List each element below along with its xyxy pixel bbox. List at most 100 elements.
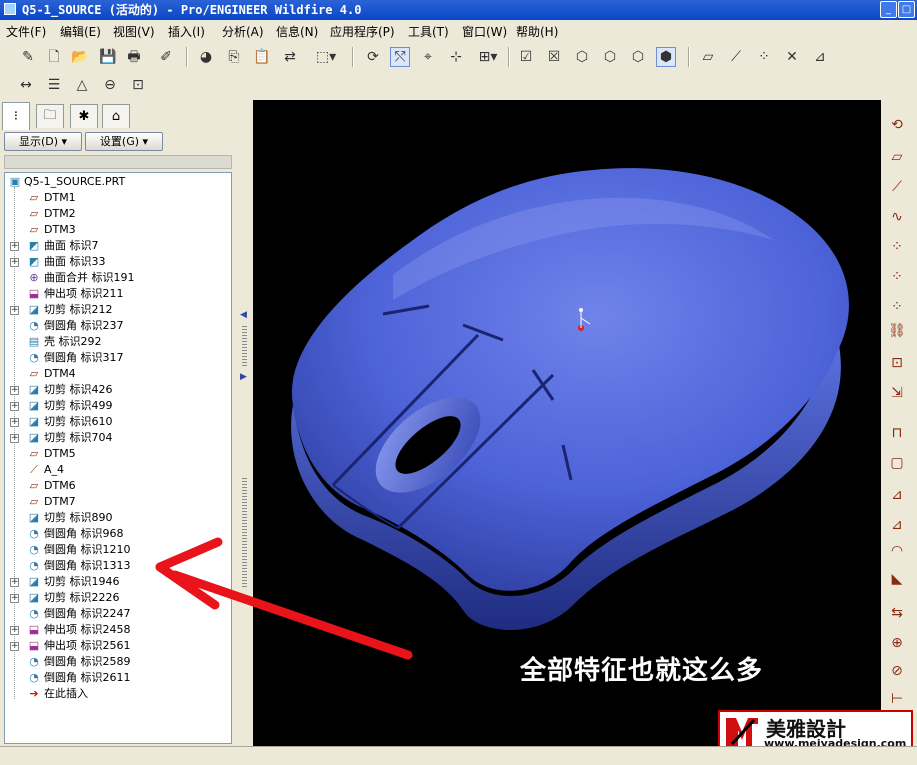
folder-browser-tab[interactable]: 🗀 — [36, 104, 64, 128]
new-file-icon[interactable]: 🗋 — [44, 47, 64, 67]
paste-icon[interactable]: 📋 — [252, 47, 272, 67]
datum-axis-icon[interactable]: ⟋ — [726, 47, 746, 67]
color-appearance-icon[interactable]: ◕ — [196, 47, 216, 67]
expand-toggle-icon[interactable]: + — [10, 402, 19, 411]
datum-plane-tool-icon[interactable]: ▱ — [886, 146, 908, 168]
model-tree[interactable]: ▣ Q5-1_SOURCE.PRT ▱ DTM1 ▱ DTM2 ▱ DTM3 + ◩ 曲面 标识… — [4, 172, 232, 744]
csys-display-icon[interactable]: ⊹ — [446, 47, 466, 67]
datum-tag-icon[interactable]: ⊿ — [810, 47, 830, 67]
sketch-tool-icon[interactable]: ⊡ — [886, 352, 908, 374]
appearance-icon[interactable]: ⊡ — [128, 75, 148, 95]
model-tree-icon[interactable]: △ — [72, 75, 92, 95]
close-window-icon[interactable]: ☒ — [544, 47, 564, 67]
tree-item-label: 切剪 标识610 — [44, 415, 113, 428]
edit-icon[interactable]: ✐ — [156, 47, 176, 67]
expand-toggle-icon[interactable]: + — [10, 578, 19, 587]
dimension-icon[interactable]: ↔ — [16, 75, 36, 95]
expand-toggle-icon[interactable]: + — [10, 242, 19, 251]
display-dropdown-button[interactable]: 显示(D) ▾ — [4, 132, 82, 151]
window-icon[interactable]: ☑ — [516, 47, 536, 67]
tree-item-label: 曲面合并 标识191 — [44, 271, 135, 284]
favorites-tab[interactable]: ✱ — [70, 104, 98, 128]
protrusion-icon: ⬓ — [28, 287, 40, 300]
tree-item-label: DTM2 — [44, 207, 76, 220]
panel-splitter[interactable]: ◀ ▶ — [237, 100, 253, 746]
expand-toggle-icon[interactable]: + — [10, 642, 19, 651]
menu-edit[interactable]: 编辑(E) — [60, 23, 101, 40]
extend-icon[interactable]: ⊢ — [886, 688, 908, 710]
menu-insert[interactable]: 插入(I) — [168, 23, 205, 40]
expand-toggle-icon[interactable]: + — [10, 306, 19, 315]
intent-icon[interactable]: ⇲ — [886, 382, 908, 404]
point-display-icon[interactable]: ⌖ — [418, 47, 438, 67]
expand-toggle-icon[interactable]: + — [10, 594, 19, 603]
menu-tools[interactable]: 工具(T) — [408, 23, 449, 40]
settings-dropdown-button[interactable]: 设置(G) ▾ — [85, 132, 163, 151]
menu-window[interactable]: 窗口(W) — [462, 23, 507, 40]
datum-point-tool-icon[interactable]: ⁘ — [886, 236, 908, 258]
datum-point-icon[interactable]: ⁘ — [754, 47, 774, 67]
datum-plane-icon[interactable]: ▱ — [698, 47, 718, 67]
wireframe-icon[interactable]: ⬡ — [572, 47, 592, 67]
expand-toggle-icon[interactable]: + — [10, 434, 19, 443]
maximize-button[interactable]: □ — [898, 1, 915, 18]
feature-toolbar: ⟲ ▱ ⟋ ∿ ⁘ ⁘ ⁘ ⛓ ⊡ ⇲ ⊓ ▢ ⊿ ⊿ ◠ ◣ ⇆ ⊕ ⊘ ⊢ — [881, 100, 917, 746]
copy-icon[interactable]: ⎘ — [224, 47, 244, 67]
rib-icon[interactable]: ⊿ — [886, 484, 908, 506]
datum-csys-icon[interactable]: ✕ — [782, 47, 802, 67]
select-box-icon[interactable]: ⬚▾ — [310, 47, 342, 67]
expand-toggle-icon[interactable]: + — [10, 258, 19, 267]
open-folder-icon[interactable]: 📂 — [70, 47, 90, 67]
tree-filter-bar[interactable] — [4, 155, 232, 169]
expand-toggle-icon[interactable]: + — [10, 386, 19, 395]
spin-center-icon[interactable]: ⟲ — [886, 114, 908, 136]
tree-item-label: 倒圆角 标识1210 — [44, 543, 131, 556]
collapse-left-icon[interactable]: ◀ — [240, 310, 247, 320]
shell-icon[interactable]: ▢ — [886, 452, 908, 474]
tree-item-label: DTM6 — [44, 479, 76, 492]
annotation-display-icon[interactable]: ⊞▾ — [474, 47, 502, 67]
layer-icon[interactable]: ☰ — [44, 75, 64, 95]
splitter-grip-lower — [242, 478, 247, 588]
expand-toggle-icon[interactable]: + — [10, 418, 19, 427]
analysis-feature-icon[interactable]: ⛓ — [886, 320, 908, 342]
hole-icon[interactable]: ⊓ — [886, 422, 908, 444]
saved-view-icon[interactable]: ⊖ — [100, 75, 120, 95]
paste-special-icon[interactable]: ⇄ — [280, 47, 300, 67]
window-title: Q5-1_SOURCE (活动的) - Pro/ENGINEER Wildfir… — [22, 3, 362, 17]
expand-right-icon[interactable]: ▶ — [240, 372, 247, 382]
round-tool-icon[interactable]: ◠ — [886, 540, 908, 562]
regenerate-icon[interactable]: ⟳ — [363, 47, 383, 67]
menu-applications[interactable]: 应用程序(P) — [330, 23, 395, 40]
save-copy-icon[interactable]: 🖶 — [124, 47, 144, 67]
axis-display-icon[interactable]: ⤲ — [390, 47, 410, 67]
model-tree-tab[interactable]: ⁝ — [2, 102, 30, 130]
tree-item-label: 伸出项 标识2458 — [44, 623, 131, 636]
mirror-icon[interactable]: ⇆ — [886, 602, 908, 624]
trim-icon[interactable]: ⊘ — [886, 660, 908, 682]
chamfer-icon[interactable]: ◣ — [886, 568, 908, 590]
offset-point-icon[interactable]: ⁘ — [886, 266, 908, 288]
tree-root-label: Q5-1_SOURCE.PRT — [24, 175, 126, 188]
splitter-grip — [242, 326, 247, 366]
shading-icon[interactable]: ⬢ — [656, 47, 676, 67]
sketched-curve-icon[interactable]: ∿ — [886, 206, 908, 228]
merge-icon[interactable]: ⊕ — [886, 632, 908, 654]
hidden-line-icon[interactable]: ⬡ — [600, 47, 620, 67]
menu-file[interactable]: 文件(F) — [6, 23, 46, 40]
expand-toggle-icon[interactable]: + — [10, 626, 19, 635]
field-point-icon[interactable]: ⁘ — [886, 296, 908, 318]
draft-icon[interactable]: ⊿ — [886, 514, 908, 536]
minimize-button[interactable]: _ — [880, 1, 897, 18]
menu-info[interactable]: 信息(N) — [276, 23, 318, 40]
menu-help[interactable]: 帮助(H) — [516, 23, 558, 40]
tree-item-label: 切剪 标识2226 — [44, 591, 120, 604]
no-hidden-icon[interactable]: ⬡ — [628, 47, 648, 67]
menu-view[interactable]: 视图(V) — [113, 23, 155, 40]
menu-analysis[interactable]: 分析(A) — [222, 23, 264, 40]
connections-tab[interactable]: ⌂ — [102, 104, 130, 128]
save-icon[interactable]: 💾 — [98, 47, 118, 67]
edit-definition-icon[interactable]: ✎ — [18, 47, 38, 67]
tree-item-label: DTM7 — [44, 495, 76, 508]
datum-axis-tool-icon[interactable]: ⟋ — [886, 176, 908, 198]
